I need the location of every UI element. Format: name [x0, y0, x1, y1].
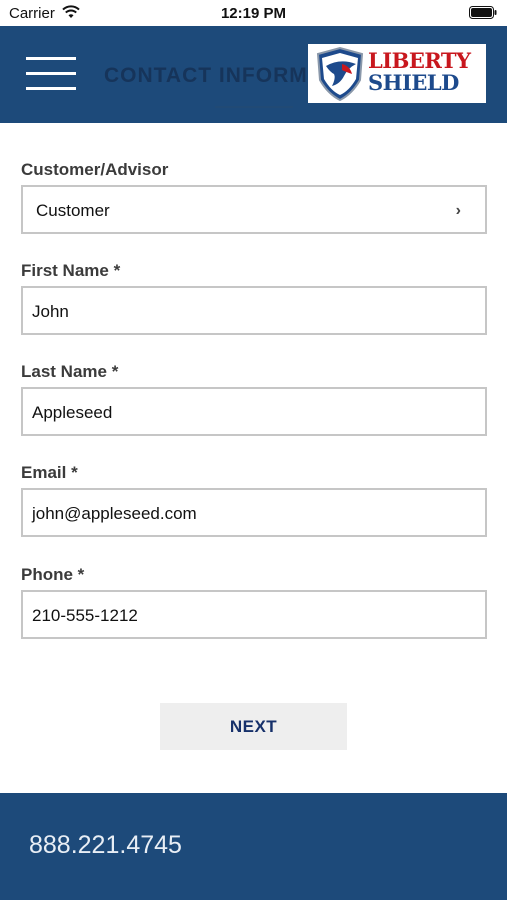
first-name-value: John: [32, 302, 69, 321]
logo-text-shield: SHIELD: [368, 70, 459, 95]
last-name-label: Last Name *: [21, 362, 119, 381]
next-button[interactable]: NEXT: [160, 703, 347, 750]
phone-value: 210-555-1212: [32, 606, 138, 625]
hamburger-icon: [26, 57, 76, 60]
battery-icon: [469, 6, 497, 19]
logo-text-liberty: LIBERTY: [368, 48, 471, 73]
customer-advisor-select[interactable]: Customer ›: [21, 185, 487, 234]
customer-advisor-label: Customer/Advisor: [21, 160, 169, 179]
app-header: CONTACT INFORMATION LIBERTY SHIELD: [0, 26, 507, 123]
page-title: CONTACT INFORMATION: [104, 64, 306, 87]
chevron-right-icon: ›: [455, 202, 461, 219]
first-name-field[interactable]: John: [21, 286, 487, 335]
hamburger-menu-button[interactable]: [26, 56, 78, 92]
email-label: Email *: [21, 463, 78, 482]
liberty-shield-logo: LIBERTY SHIELD: [308, 44, 486, 103]
email-value: john@appleseed.com: [32, 504, 197, 523]
shield-eagle-icon: [316, 46, 364, 102]
last-name-field[interactable]: Appleseed: [21, 387, 487, 436]
phone-label: Phone *: [21, 565, 85, 584]
title-underline: [215, 106, 293, 108]
phone-field[interactable]: 210-555-1212: [21, 590, 487, 639]
footer: 888.221.4745: [0, 793, 507, 900]
last-name-value: Appleseed: [32, 403, 113, 422]
footer-phone-link[interactable]: 888.221.4745: [29, 831, 182, 860]
customer-advisor-value: Customer: [36, 201, 110, 220]
status-bar: Carrier 12:19 PM: [0, 0, 507, 26]
email-field[interactable]: john@appleseed.com: [21, 488, 487, 537]
first-name-label: First Name *: [21, 261, 121, 280]
clock: 12:19 PM: [220, 5, 287, 22]
